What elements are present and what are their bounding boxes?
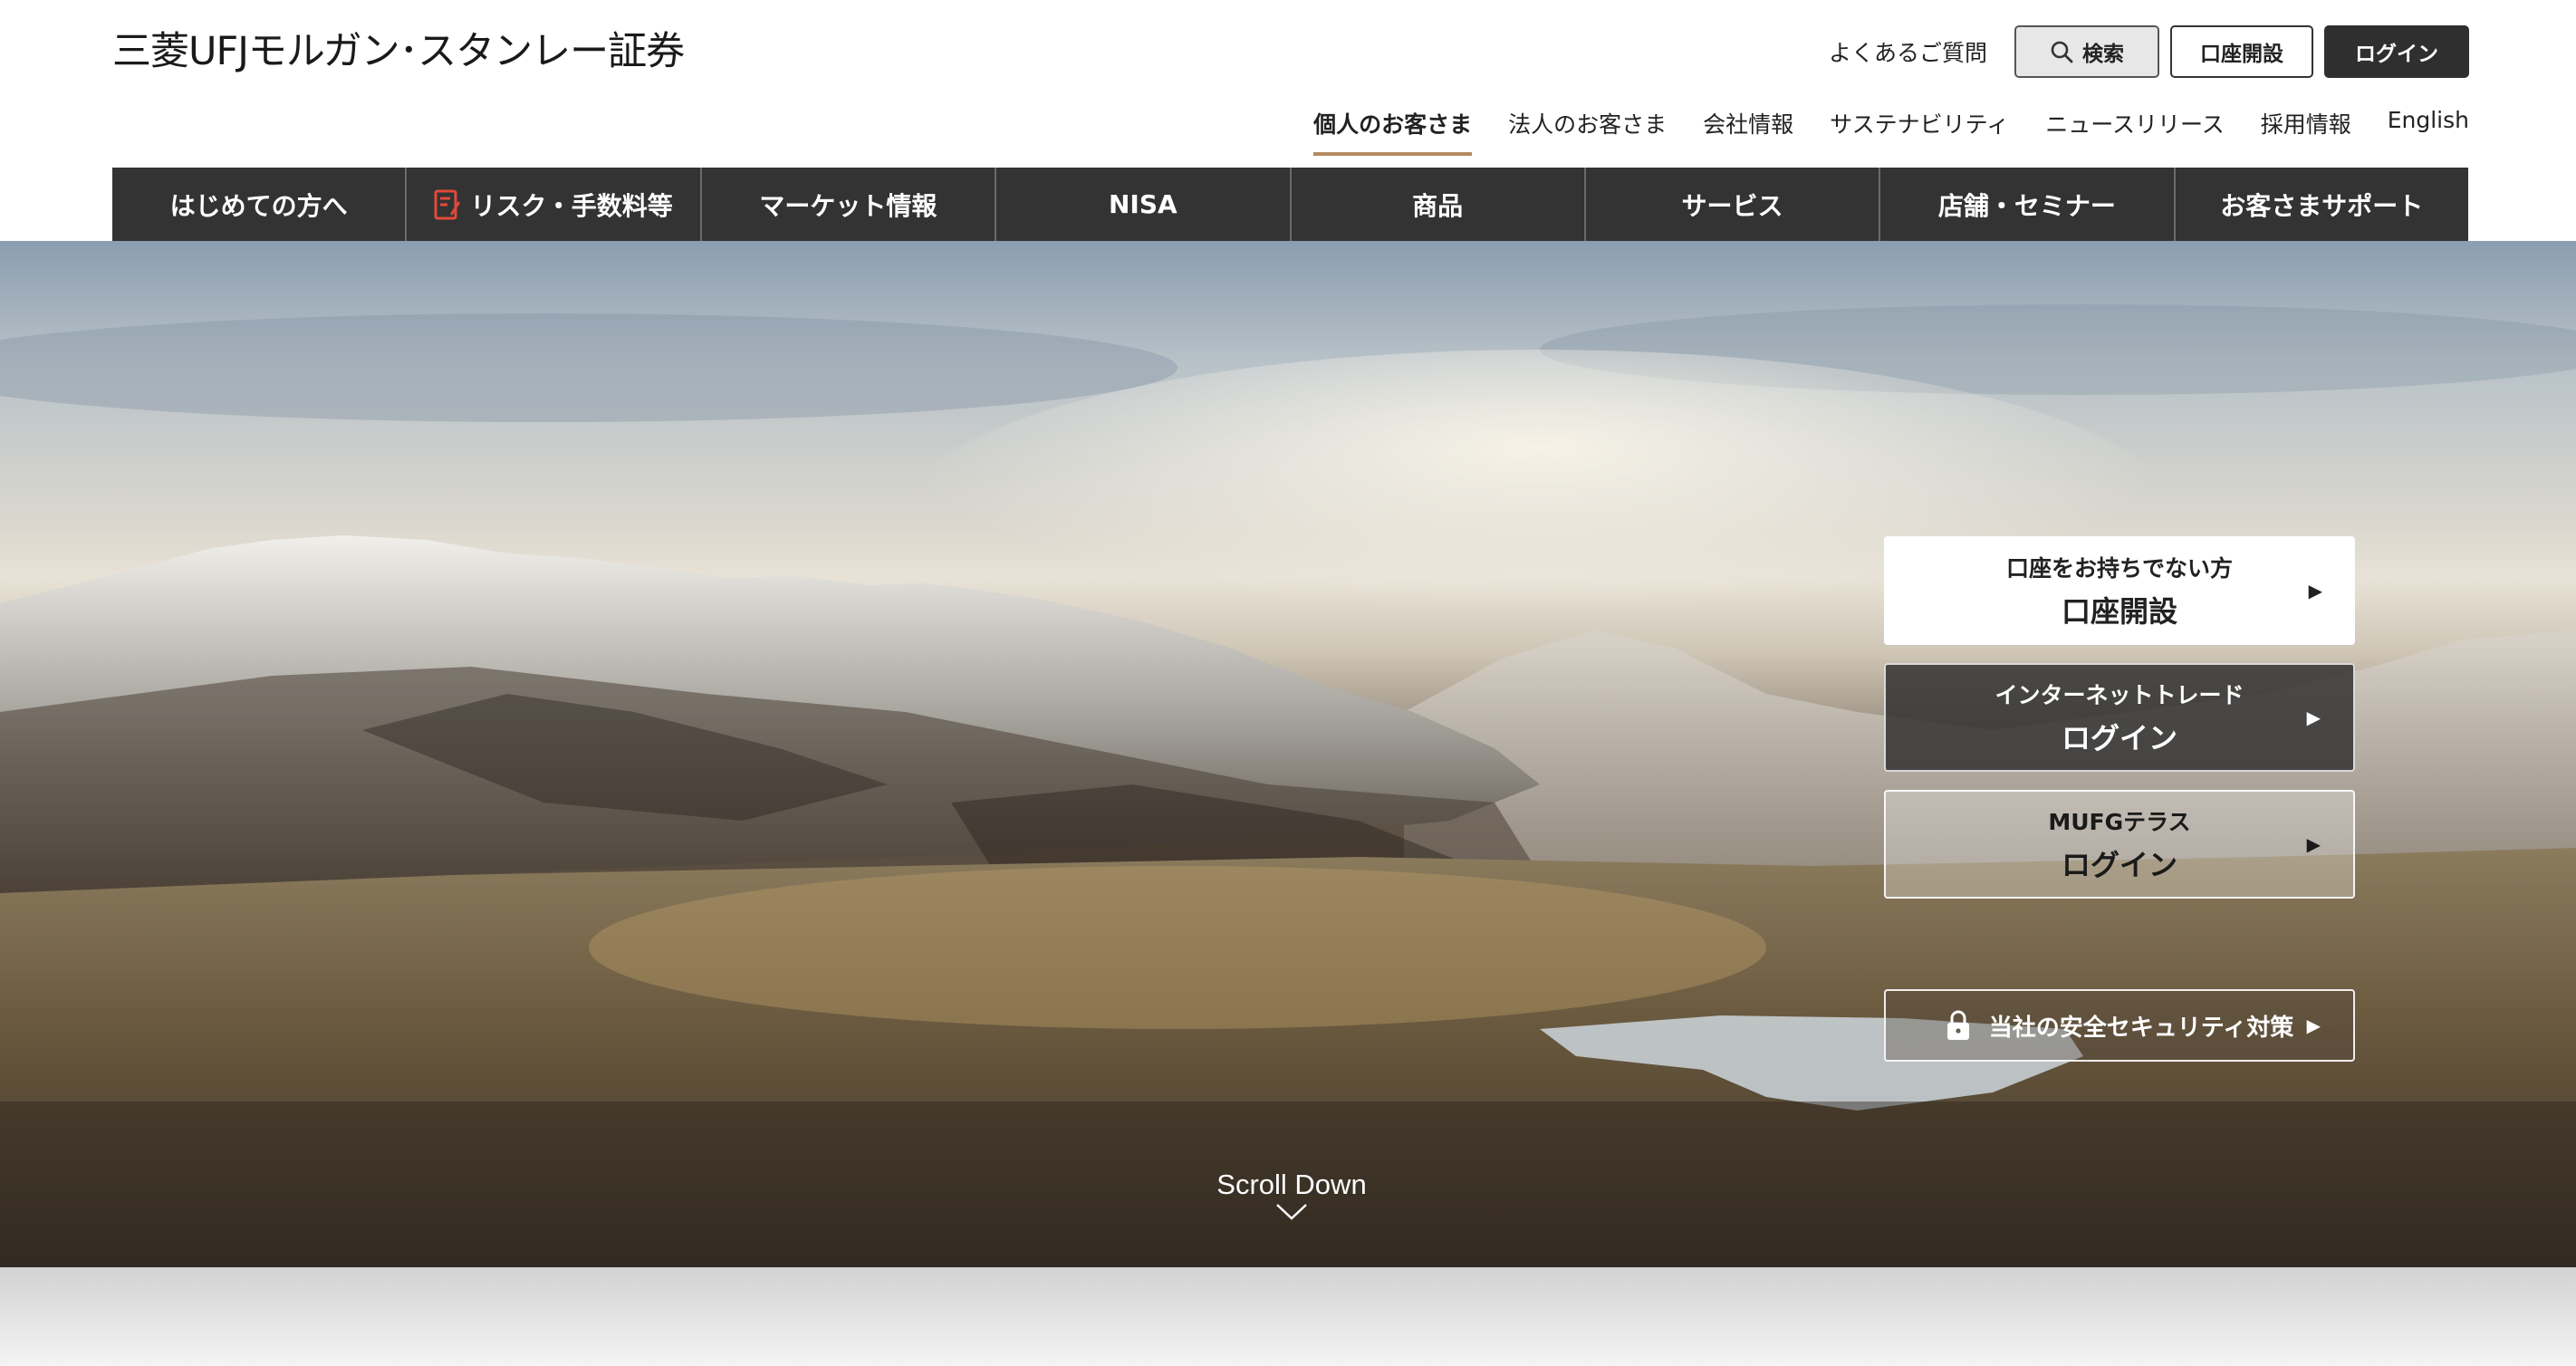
cta-account-open-line1: 口座をお持ちでない方 [2005,555,2233,582]
nav-services-label: サービス [1681,190,1783,221]
section-divider-shadow [0,1267,2576,1366]
segment-recruit[interactable]: 採用情報 [2261,107,2351,156]
chevron-down-icon [1276,1204,1307,1220]
play-arrow-icon: ▶ [2306,707,2321,728]
cta-internet-trade-login[interactable]: インターネットトレード ログイン ▶ [1884,663,2355,772]
nav-customer-support-label: お客さまサポート [2220,190,2424,221]
nav-customer-support[interactable]: お客さまサポート [2176,168,2468,241]
account-open-button[interactable]: 口座開設 [2170,25,2313,78]
search-icon [2051,41,2073,63]
nav-products[interactable]: 商品 [1292,168,1586,241]
nav-beginners-label: はじめての方へ [169,190,348,221]
play-arrow-icon: ▶ [2308,580,2322,601]
scroll-down-indicator[interactable]: Scroll Down [1210,1169,1373,1225]
nav-nisa[interactable]: NISA [996,168,1292,241]
cta-mufg-terrace-line2: ログイン [2061,848,2177,882]
cta-security-measures[interactable]: 当社の安全セキュリティ対策 ▶ [1884,989,2355,1062]
nav-market-info-label: マーケット情報 [759,190,937,221]
nav-market-info[interactable]: マーケット情報 [702,168,997,241]
search-button[interactable]: 検索 [2014,25,2159,78]
search-button-label: 検索 [2082,43,2124,66]
cta-account-open-line2: 口座開設 [2061,594,2177,629]
cta-internet-trade-line1: インターネットトレード [1994,682,2244,708]
cta-security-label: 当社の安全セキュリティ対策 [1988,1014,2294,1042]
login-button[interactable]: ログイン [2324,25,2469,78]
segment-individual[interactable]: 個人のお客さま [1313,107,1473,156]
nav-services[interactable]: サービス [1586,168,1881,241]
nav-branches-seminars-label: 店舗・セミナー [1937,190,2116,221]
scroll-down-label: Scroll Down [1216,1169,1367,1200]
nav-branches-seminars[interactable]: 店舗・セミナー [1880,168,2176,241]
risk-document-icon [434,189,461,219]
faq-link[interactable]: よくあるご質問 [1829,35,1987,68]
main-nav: はじめての方へ リスク・手数料等 マーケット情報 NISA 商品 サービス 店舗… [112,168,2468,241]
nav-nisa-label: NISA [1108,189,1177,219]
site-header: 三菱UFJモルガン･スタンレー証券 よくあるご質問 検索 口座開設 ログイン 個… [0,0,2576,241]
play-arrow-icon: ▶ [2306,1015,2321,1036]
cta-account-open[interactable]: 口座をお持ちでない方 口座開設 ▶ [1884,536,2355,645]
segment-english[interactable]: English [2388,107,2469,156]
lock-icon [1946,1010,1969,1040]
segment-corporate[interactable]: 法人のお客さま [1508,107,1667,156]
nav-risk-fees[interactable]: リスク・手数料等 [407,168,702,241]
segment-sustainability[interactable]: サステナビリティ [1830,107,2009,156]
segment-company-info[interactable]: 会社情報 [1703,107,1793,156]
nav-products-label: 商品 [1412,190,1464,221]
nav-beginners[interactable]: はじめての方へ [112,168,408,241]
play-arrow-icon: ▶ [2306,833,2321,855]
cta-mufg-terrace-line1: MUFGテラス [2048,809,2191,835]
nav-risk-fees-label: リスク・手数料等 [470,190,673,221]
cta-internet-trade-line2: ログイン [2061,721,2177,755]
site-logo[interactable]: 三菱UFJモルガン･スタンレー証券 [112,20,685,76]
segment-nav: 個人のお客さま 法人のお客さま 会社情報 サステナビリティ ニュースリリース 採… [1313,107,2469,156]
hero-banner: 口座をお持ちでない方 口座開設 ▶ インターネットトレード ログイン ▶ MUF… [0,241,2576,1267]
segment-news-release[interactable]: ニュースリリース [2045,107,2225,156]
utility-bar: よくあるご質問 検索 口座開設 ログイン [1829,25,2469,78]
cta-mufg-terrace-login[interactable]: MUFGテラス ログイン ▶ [1884,790,2355,899]
